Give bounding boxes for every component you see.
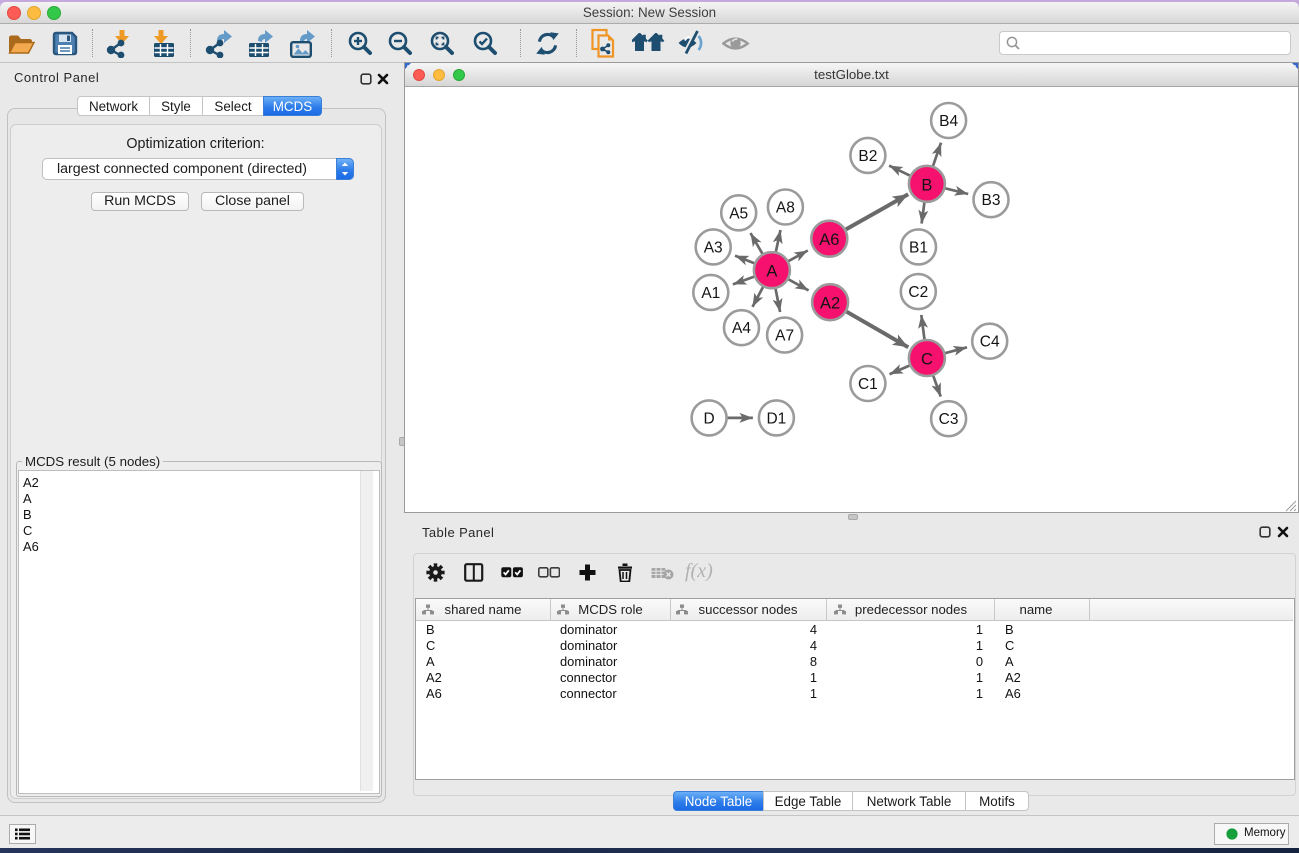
svg-text:A4: A4: [732, 320, 751, 337]
svg-text:D1: D1: [766, 410, 786, 427]
svg-text:C3: C3: [939, 411, 959, 428]
svg-text:B2: B2: [858, 148, 877, 165]
svg-text:A: A: [766, 263, 777, 281]
svg-text:A6: A6: [819, 231, 839, 249]
svg-text:B1: B1: [909, 239, 928, 256]
svg-text:C: C: [921, 351, 933, 369]
svg-text:A2: A2: [820, 295, 840, 313]
svg-text:B3: B3: [982, 192, 1001, 209]
svg-text:C4: C4: [980, 334, 1000, 351]
svg-text:D: D: [703, 410, 714, 427]
svg-text:C1: C1: [858, 376, 878, 393]
svg-text:C2: C2: [908, 284, 928, 301]
svg-text:A5: A5: [729, 205, 748, 222]
svg-text:A1: A1: [701, 285, 720, 302]
svg-text:B: B: [921, 176, 932, 194]
svg-text:A3: A3: [704, 239, 723, 256]
svg-text:A8: A8: [776, 200, 795, 217]
svg-text:A7: A7: [775, 328, 794, 345]
svg-text:B4: B4: [939, 113, 958, 130]
